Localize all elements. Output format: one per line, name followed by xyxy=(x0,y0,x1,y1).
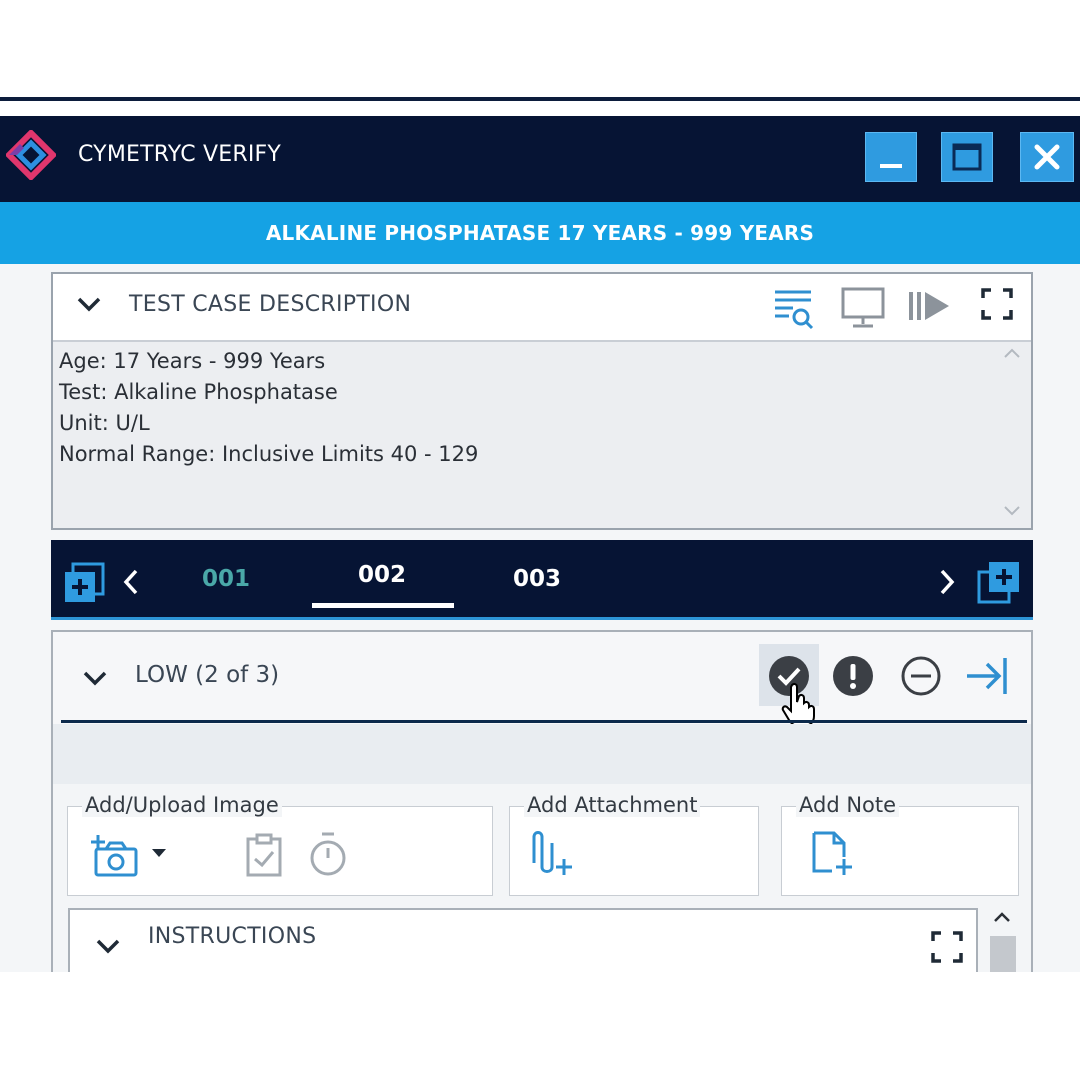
scroll-up-icon[interactable] xyxy=(992,910,1012,924)
result-tab-bar: 001 002 003 xyxy=(51,540,1033,620)
add-note-group: Add Note xyxy=(781,793,1019,896)
tab-002[interactable]: 002 xyxy=(312,562,452,588)
description-line-range: Normal Range: Inclusive Limits 40 - 129 xyxy=(59,442,479,466)
chevron-down-icon[interactable] xyxy=(81,668,109,688)
maximize-button[interactable] xyxy=(941,132,993,182)
scroll-up-icon[interactable] xyxy=(1002,346,1022,360)
bottom-margin xyxy=(0,972,1080,1080)
app-title: CYMETRYC VERIFY xyxy=(78,142,282,167)
add-attachment-group: Add Attachment xyxy=(509,793,759,896)
expand-icon[interactable] xyxy=(979,286,1015,322)
caret-down-icon[interactable] xyxy=(150,847,168,859)
result-title: LOW (2 of 3) xyxy=(135,662,280,688)
add-note-label: Add Note xyxy=(796,793,900,817)
active-tab-indicator xyxy=(312,603,454,608)
maximize-icon xyxy=(952,143,982,171)
chevron-right-icon[interactable] xyxy=(937,568,957,596)
vertical-scrollbar[interactable] xyxy=(986,906,1018,976)
close-icon xyxy=(1034,144,1060,170)
scroll-down-icon[interactable] xyxy=(1002,504,1022,518)
exclamation-circle-icon[interactable] xyxy=(831,654,875,698)
test-case-description-header: TEST CASE DESCRIPTION xyxy=(53,274,1031,338)
tab-003[interactable]: 003 xyxy=(467,566,607,592)
test-banner: ALKALINE PHOSPHATASE 17 YEARS - 999 YEAR… xyxy=(0,202,1080,264)
app-window: CYMETRYC VERIFY ALKALINE PHOSPHATASE 17 … xyxy=(0,116,1080,972)
filter-search-icon[interactable] xyxy=(771,286,817,330)
arrow-to-right-icon[interactable] xyxy=(963,654,1011,698)
close-button[interactable] xyxy=(1020,132,1074,182)
add-upload-image-label: Add/Upload Image xyxy=(82,793,282,817)
title-bar: CYMETRYC VERIFY xyxy=(0,116,1080,202)
chevron-left-icon[interactable] xyxy=(121,568,141,596)
top-rule xyxy=(0,97,1080,101)
app-logo-icon xyxy=(6,130,56,180)
description-line-test: Test: Alkaline Phosphatase xyxy=(59,380,338,404)
test-case-description-text: Age: 17 Years - 999 Years Test: Alkaline… xyxy=(53,340,1031,528)
result-header: LOW (2 of 3) xyxy=(53,632,1031,727)
expand-icon[interactable] xyxy=(930,930,964,964)
result-header-rule xyxy=(61,720,1027,723)
minimize-button[interactable] xyxy=(865,132,917,182)
description-line-age: Age: 17 Years - 999 Years xyxy=(59,349,326,373)
chevron-down-icon[interactable] xyxy=(94,936,122,956)
add-copy-icon[interactable] xyxy=(977,560,1021,604)
note-add-icon[interactable] xyxy=(810,829,856,877)
clipboard-check-icon[interactable] xyxy=(244,833,284,879)
scrollbar-thumb[interactable] xyxy=(990,936,1016,976)
tab-001[interactable]: 001 xyxy=(156,566,296,592)
description-line-unit: Unit: U/L xyxy=(59,411,150,435)
chevron-down-icon[interactable] xyxy=(75,294,103,314)
instructions-title: INSTRUCTIONS xyxy=(148,924,317,949)
test-case-description-panel: TEST CASE DESCRIPTION Age: 17 Years - 99… xyxy=(51,272,1033,530)
add-camera-icon[interactable] xyxy=(90,831,140,879)
minus-circle-icon[interactable] xyxy=(899,654,943,698)
paperclip-add-icon[interactable] xyxy=(530,827,574,879)
add-upload-image-group: Add/Upload Image xyxy=(67,793,493,896)
minimize-icon xyxy=(880,164,902,168)
instructions-panel: INSTRUCTIONS xyxy=(68,908,978,978)
add-attachment-label: Add Attachment xyxy=(524,793,701,817)
test-case-description-title: TEST CASE DESCRIPTION xyxy=(129,292,412,317)
monitor-icon[interactable] xyxy=(839,286,887,330)
stopwatch-icon[interactable] xyxy=(308,831,348,879)
add-copy-icon[interactable] xyxy=(63,562,105,604)
play-steps-icon[interactable] xyxy=(905,286,953,326)
result-band xyxy=(53,724,1031,784)
